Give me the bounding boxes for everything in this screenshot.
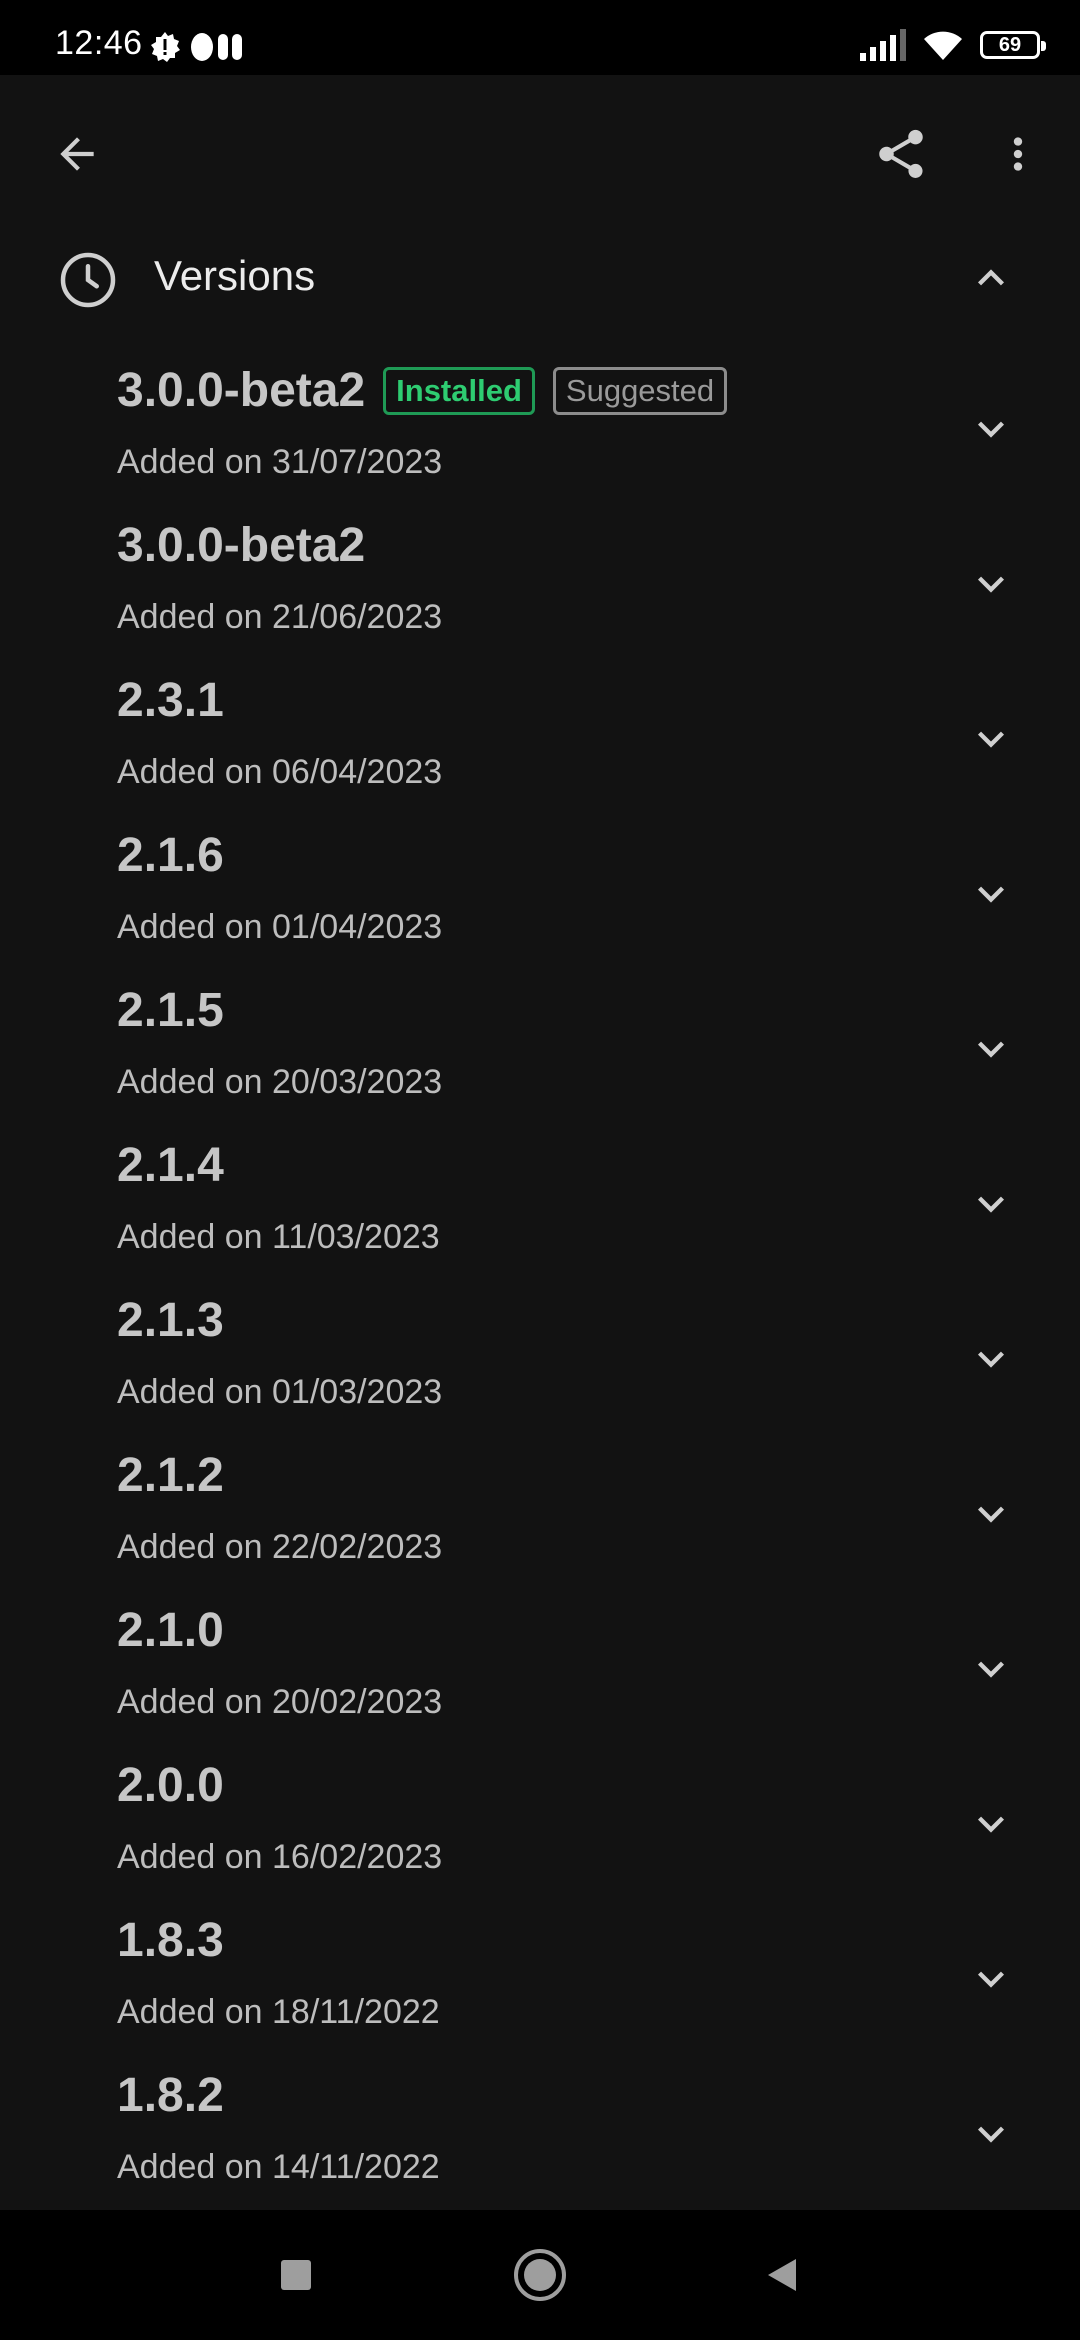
battery-indicator: 69 xyxy=(980,31,1046,59)
version-date: Added on 31/07/2023 xyxy=(117,443,443,481)
top-app-bar xyxy=(0,75,1080,230)
chevron-down-icon[interactable] xyxy=(965,713,1017,765)
signal-icon xyxy=(860,29,906,61)
suggested-badge: Suggested xyxy=(552,366,728,415)
version-name: 2.1.2 xyxy=(117,1449,224,1502)
installed-badge: Installed xyxy=(383,366,535,415)
version-name: 2.1.0 xyxy=(117,1604,224,1657)
version-name: 2.1.6 xyxy=(117,829,224,882)
app-notification-icon xyxy=(191,33,242,61)
version-item[interactable]: 2.1.5 Added on 20/03/2023 xyxy=(0,975,1080,1130)
share-button[interactable] xyxy=(864,117,938,191)
back-arrow-icon xyxy=(60,137,94,171)
home-circle-icon xyxy=(514,2249,566,2301)
system-status-icons: 69 xyxy=(858,28,1046,62)
version-date: Added on 06/04/2023 xyxy=(117,753,443,791)
nav-back-button[interactable] xyxy=(742,2235,822,2315)
version-item[interactable]: 2.1.3 Added on 01/03/2023 xyxy=(0,1285,1080,1440)
version-date: Added on 18/11/2022 xyxy=(117,1993,440,2031)
version-list: 3.0.0-beta2 Installed Suggested Added on… xyxy=(0,355,1080,2215)
chevron-down-icon[interactable] xyxy=(965,1178,1017,1230)
share-icon xyxy=(879,129,923,178)
chevron-down-icon[interactable] xyxy=(965,1953,1017,2005)
app-screen: Versions 3.0.0-beta2 Installed Suggested… xyxy=(0,75,1080,2210)
version-item[interactable]: 2.1.2 Added on 22/02/2023 xyxy=(0,1440,1080,1595)
alert-badge-icon xyxy=(151,32,180,62)
version-name: 2.1.5 xyxy=(117,984,224,1037)
version-item[interactable]: 1.8.2 Added on 14/11/2022 xyxy=(0,2060,1080,2215)
chevron-up-icon[interactable] xyxy=(965,252,1017,304)
version-name: 3.0.0-beta2 xyxy=(117,519,366,572)
wifi-icon xyxy=(924,31,962,60)
more-vert-icon xyxy=(1013,137,1023,171)
battery-level: 69 xyxy=(998,33,1022,56)
version-item[interactable]: 1.8.3 Added on 18/11/2022 xyxy=(0,1905,1080,2060)
version-name: 2.1.4 xyxy=(117,1139,224,1192)
version-date: Added on 20/02/2023 xyxy=(117,1683,443,1721)
version-date: Added on 01/04/2023 xyxy=(117,908,443,946)
version-name: 2.0.0 xyxy=(117,1759,224,1812)
recents-square-icon xyxy=(281,2260,311,2290)
back-button[interactable] xyxy=(40,117,114,191)
version-item[interactable]: 2.3.1 Added on 06/04/2023 xyxy=(0,665,1080,820)
chevron-down-icon[interactable] xyxy=(965,1643,1017,1695)
back-triangle-icon xyxy=(768,2259,796,2291)
version-item[interactable]: 2.1.6 Added on 01/04/2023 xyxy=(0,820,1080,975)
version-name: 3.0.0-beta2 xyxy=(117,364,366,417)
version-item[interactable]: 2.1.4 Added on 11/03/2023 xyxy=(0,1130,1080,1285)
version-name: 1.8.2 xyxy=(117,2069,224,2122)
chevron-down-icon[interactable] xyxy=(965,1333,1017,1385)
version-date: Added on 01/03/2023 xyxy=(117,1373,443,1411)
version-name: 2.3.1 xyxy=(117,674,224,727)
notification-icons xyxy=(148,30,244,64)
recents-button[interactable] xyxy=(256,2235,336,2315)
version-item[interactable]: 3.0.0-beta2 Installed Suggested Added on… xyxy=(0,355,1080,510)
status-bar: 12:46 69 xyxy=(0,0,1080,75)
navigation-bar xyxy=(0,2210,1080,2340)
chevron-down-icon[interactable] xyxy=(965,403,1017,455)
chevron-down-icon[interactable] xyxy=(965,1023,1017,1075)
version-date: Added on 20/03/2023 xyxy=(117,1063,443,1101)
history-icon xyxy=(60,252,116,308)
chevron-down-icon[interactable] xyxy=(965,2108,1017,2160)
version-date: Added on 21/06/2023 xyxy=(117,598,443,636)
chevron-down-icon[interactable] xyxy=(965,558,1017,610)
chevron-down-icon[interactable] xyxy=(965,868,1017,920)
version-name: 1.8.3 xyxy=(117,1914,224,1967)
chevron-down-icon[interactable] xyxy=(965,1798,1017,1850)
version-date: Added on 16/02/2023 xyxy=(117,1838,443,1876)
version-date: Added on 22/02/2023 xyxy=(117,1528,443,1566)
versions-section-header[interactable]: Versions xyxy=(0,230,1080,355)
home-button[interactable] xyxy=(500,2235,580,2315)
version-item[interactable]: 3.0.0-beta2 Added on 21/06/2023 xyxy=(0,510,1080,665)
section-title: Versions xyxy=(154,252,316,299)
version-name: 2.1.3 xyxy=(117,1294,224,1347)
version-date: Added on 11/03/2023 xyxy=(117,1218,440,1256)
more-options-button[interactable] xyxy=(990,117,1046,191)
status-time: 12:46 xyxy=(55,24,143,62)
chevron-down-icon[interactable] xyxy=(965,1488,1017,1540)
version-item[interactable]: 2.0.0 Added on 16/02/2023 xyxy=(0,1750,1080,1905)
version-item[interactable]: 2.1.0 Added on 20/02/2023 xyxy=(0,1595,1080,1750)
version-date: Added on 14/11/2022 xyxy=(117,2148,440,2186)
